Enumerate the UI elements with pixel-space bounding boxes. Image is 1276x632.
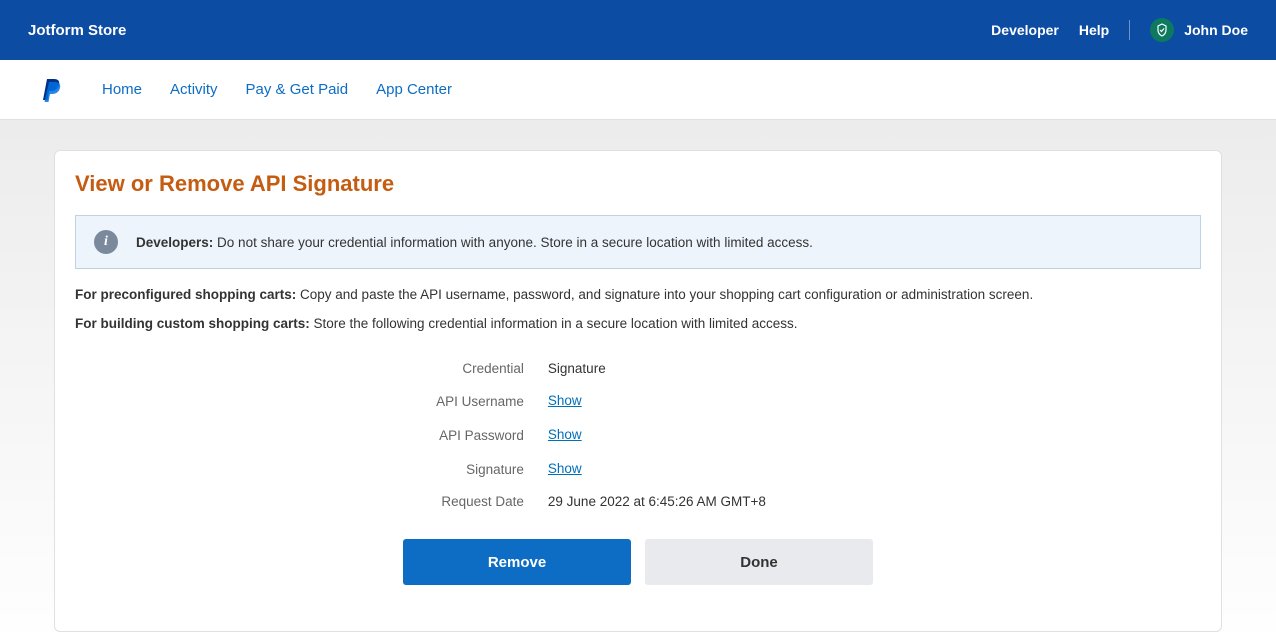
instruction2-text: Store the following credential informati… (310, 316, 798, 331)
nav-activity[interactable]: Activity (170, 81, 218, 98)
developer-link[interactable]: Developer (991, 22, 1059, 38)
instruction-preconfigured: For preconfigured shopping carts: Copy a… (75, 287, 1201, 302)
details-table: Credential Signature API Username Show A… (75, 361, 1201, 509)
detail-row-signature: Signature Show (75, 460, 1201, 478)
divider (1129, 20, 1130, 40)
main-card: View or Remove API Signature i Developer… (54, 150, 1222, 632)
info-icon: i (94, 230, 118, 254)
store-name: Jotform Store (28, 22, 126, 39)
credential-label: Credential (75, 361, 548, 376)
detail-row-api-username: API Username Show (75, 392, 1201, 410)
signature-label: Signature (75, 462, 548, 477)
nav-bar: Home Activity Pay & Get Paid App Center (0, 60, 1276, 120)
page-title: View or Remove API Signature (75, 171, 1201, 197)
banner-label: Developers: (136, 235, 213, 250)
detail-row-api-password: API Password Show (75, 426, 1201, 444)
paypal-logo-icon[interactable] (40, 76, 64, 104)
nav-app-center[interactable]: App Center (376, 81, 452, 98)
request-date-value: 29 June 2022 at 6:45:26 AM GMT+8 (548, 494, 766, 509)
api-password-label: API Password (75, 428, 548, 443)
instruction1-label: For preconfigured shopping carts: (75, 287, 296, 302)
info-banner: i Developers: Do not share your credenti… (75, 215, 1201, 269)
credential-value: Signature (548, 361, 606, 376)
nav-pay[interactable]: Pay & Get Paid (246, 81, 349, 98)
help-link[interactable]: Help (1079, 22, 1109, 38)
instruction1-text: Copy and paste the API username, passwor… (296, 287, 1033, 302)
user-section[interactable]: John Doe (1150, 18, 1248, 42)
button-row: Remove Done (75, 539, 1201, 585)
api-password-show-link[interactable]: Show (548, 427, 582, 442)
banner-body: Do not share your credential information… (213, 235, 813, 250)
top-bar: Jotform Store Developer Help John Doe (0, 0, 1276, 60)
content-wrapper: View or Remove API Signature i Developer… (0, 120, 1276, 632)
instruction2-label: For building custom shopping carts: (75, 316, 310, 331)
user-name: John Doe (1184, 22, 1248, 38)
api-username-show-link[interactable]: Show (548, 393, 582, 408)
detail-row-request-date: Request Date 29 June 2022 at 6:45:26 AM … (75, 494, 1201, 509)
detail-row-credential: Credential Signature (75, 361, 1201, 376)
request-date-label: Request Date (75, 494, 548, 509)
top-right-section: Developer Help John Doe (991, 18, 1248, 42)
banner-text: Developers: Do not share your credential… (136, 235, 813, 250)
instruction-custom: For building custom shopping carts: Stor… (75, 316, 1201, 331)
nav-home[interactable]: Home (102, 81, 142, 98)
remove-button[interactable]: Remove (403, 539, 631, 585)
done-button[interactable]: Done (645, 539, 873, 585)
shield-icon (1150, 18, 1174, 42)
signature-show-link[interactable]: Show (548, 461, 582, 476)
api-username-label: API Username (75, 394, 548, 409)
